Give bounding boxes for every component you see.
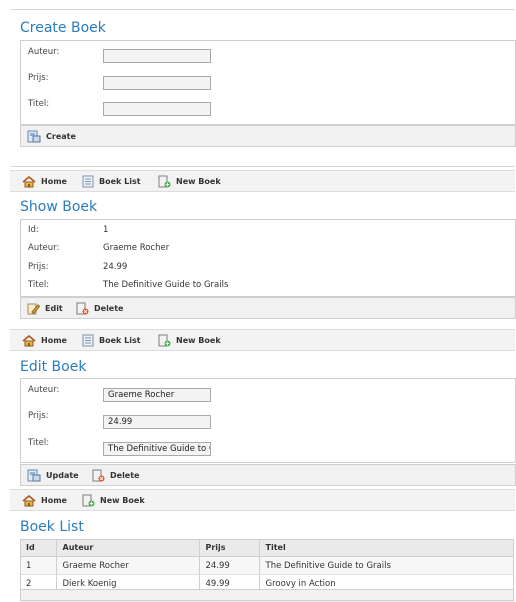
create-auteur-input[interactable] xyxy=(103,49,211,63)
list-icon xyxy=(82,175,94,188)
edit-auteur-input[interactable]: Graeme Rocher xyxy=(103,388,211,402)
new-document-icon xyxy=(158,175,171,188)
create-auteur-label: Auteur: xyxy=(28,47,60,57)
nav-home-link[interactable]: Home xyxy=(22,494,67,507)
show-details: Id: 1 Auteur: Graeme Rocher Prijs: 24.99… xyxy=(20,219,516,297)
cell-prijs: 24.99 xyxy=(199,556,260,575)
edit-button-label: Edit xyxy=(45,304,63,313)
column-header-titel[interactable]: Titel xyxy=(259,539,514,557)
cell-auteur: Graeme Rocher xyxy=(56,556,200,575)
boek-table: Id Auteur Prijs Titel 1 Graeme Rocher 24… xyxy=(20,539,514,593)
show-auteur-label: Auteur: xyxy=(28,243,60,253)
column-header-auteur[interactable]: Auteur xyxy=(56,539,200,557)
cell-titel: The Definitive Guide to Grails xyxy=(259,556,514,575)
nav-new-boek-link[interactable]: New Boek xyxy=(82,494,145,507)
create-prijs-input[interactable] xyxy=(103,76,211,90)
create-titel-input[interactable] xyxy=(103,102,211,116)
column-header-prijs[interactable]: Prijs xyxy=(199,539,260,557)
save-icon xyxy=(27,130,41,143)
house-icon xyxy=(22,175,36,187)
show-prijs-label: Prijs: xyxy=(28,262,49,272)
save-icon xyxy=(27,469,41,482)
nav-new-boek-link[interactable]: New Boek xyxy=(158,334,221,347)
edit-titel-input[interactable]: The Definitive Guide to Grails xyxy=(103,442,211,456)
nav-home-link[interactable]: Home xyxy=(22,334,67,347)
create-button-bar: Create xyxy=(20,125,516,147)
show-titel-value: The Definitive Guide to Grails xyxy=(103,280,229,290)
show-id-label: Id: xyxy=(28,225,39,235)
top-divider xyxy=(10,9,515,10)
create-page-title: Create Boek xyxy=(20,20,106,36)
list-icon xyxy=(82,334,94,347)
edit-prijs-label: Prijs: xyxy=(28,411,49,421)
nav-bar-edit: Home Boek List New Boek xyxy=(10,329,515,351)
edit-button-bar: Update Delete xyxy=(20,464,516,486)
show-prijs-value: 24.99 xyxy=(103,262,128,272)
show-auteur-value: Graeme Rocher xyxy=(103,243,170,253)
nav-boek-list-label: Boek List xyxy=(99,177,141,186)
nav-home-link[interactable]: Home xyxy=(22,175,67,188)
nav-boek-list-link[interactable]: Boek List xyxy=(82,175,141,188)
edit-button[interactable]: Edit xyxy=(27,302,63,315)
nav-home-label: Home xyxy=(41,496,67,505)
edit-prijs-input[interactable]: 24.99 xyxy=(103,415,211,429)
pencil-icon xyxy=(27,303,40,315)
cell-id-link[interactable]: 1 xyxy=(20,556,57,575)
pagination-bar xyxy=(20,589,514,602)
house-icon xyxy=(22,334,36,346)
nav-home-label: Home xyxy=(41,177,67,186)
nav-bar-show: Home Boek List New Boek xyxy=(10,170,515,192)
edit-page-title: Edit Boek xyxy=(20,359,87,375)
create-titel-label: Titel: xyxy=(28,99,50,109)
nav-home-label: Home xyxy=(41,336,67,345)
edit-delete-button[interactable]: Delete xyxy=(92,469,139,482)
edit-titel-label: Titel: xyxy=(28,438,50,448)
nav-new-boek-link[interactable]: New Boek xyxy=(158,175,221,188)
show-titel-label: Titel: xyxy=(28,280,50,290)
create-form: Auteur: Prijs: Titel: xyxy=(20,40,516,125)
edit-delete-label: Delete xyxy=(110,471,140,480)
house-icon xyxy=(22,494,36,506)
nav-boek-list-label: Boek List xyxy=(99,336,141,345)
new-document-icon xyxy=(158,334,171,347)
nav-new-boek-label: New Boek xyxy=(176,336,221,345)
create-button-label: Create xyxy=(46,132,76,141)
update-button[interactable]: Update xyxy=(27,469,79,482)
edit-auteur-label: Auteur: xyxy=(28,385,60,395)
delete-icon xyxy=(76,302,89,315)
show-button-bar: Edit Delete xyxy=(20,297,516,319)
nav-bar-list: Home New Boek xyxy=(10,489,515,511)
edit-form: Auteur: Graeme Rocher Prijs: 24.99 Titel… xyxy=(20,378,516,463)
new-document-icon xyxy=(82,494,95,507)
table-header-row: Id Auteur Prijs Titel xyxy=(20,539,514,557)
update-button-label: Update xyxy=(46,471,79,480)
create-prijs-label: Prijs: xyxy=(28,73,49,83)
show-delete-button[interactable]: Delete xyxy=(76,302,123,315)
nav-new-boek-label: New Boek xyxy=(176,177,221,186)
table-row[interactable]: 1 Graeme Rocher 24.99 The Definitive Gui… xyxy=(20,556,514,575)
nav-new-boek-label: New Boek xyxy=(100,496,145,505)
list-page-title: Boek List xyxy=(20,519,84,535)
create-button[interactable]: Create xyxy=(27,130,76,143)
delete-icon xyxy=(92,469,105,482)
section-divider xyxy=(10,166,515,167)
show-id-value: 1 xyxy=(103,225,109,235)
column-header-id[interactable]: Id xyxy=(20,539,57,557)
nav-boek-list-link[interactable]: Boek List xyxy=(82,334,141,347)
show-delete-label: Delete xyxy=(94,304,124,313)
show-page-title: Show Boek xyxy=(20,199,98,215)
